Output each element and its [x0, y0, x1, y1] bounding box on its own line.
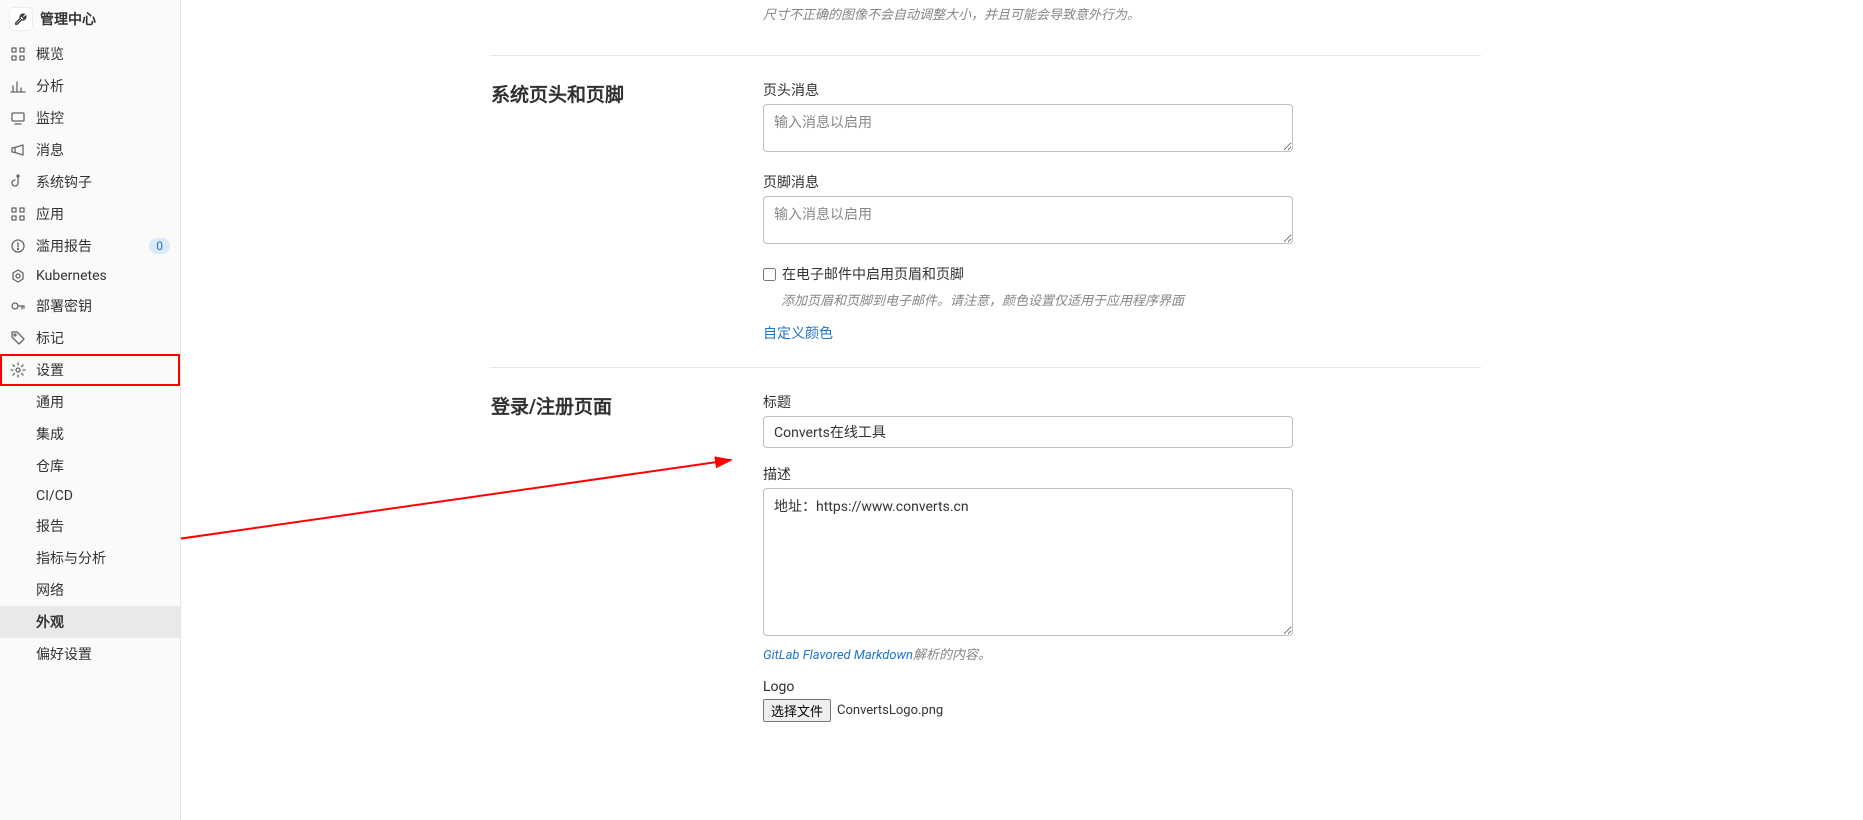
- section-title-signin: 登录/注册页面: [491, 392, 763, 738]
- markdown-suffix: 解析的内容。: [913, 648, 991, 663]
- sidebar-subitem[interactable]: 网络: [0, 574, 180, 606]
- sidebar-subitem-label: 外观: [36, 612, 170, 632]
- apps-icon: [10, 206, 26, 222]
- sidebar-item-label: 消息: [36, 140, 170, 160]
- sidebar-badge: 0: [149, 238, 170, 254]
- sidebar-subitem-label: CI/CD: [36, 488, 170, 504]
- sidebar-item-label: 监控: [36, 108, 170, 128]
- sidebar-item-megaphone[interactable]: 消息: [0, 134, 180, 166]
- wrench-icon: [10, 8, 32, 30]
- overview-icon: [10, 46, 26, 62]
- sidebar-item-abuse[interactable]: 滥用报告0: [0, 230, 180, 262]
- sidebar-subitem-label: 偏好设置: [36, 644, 170, 664]
- gear-icon: [10, 362, 26, 378]
- sidebar-item-overview[interactable]: 概览: [0, 38, 180, 70]
- header-message-input[interactable]: [763, 104, 1293, 152]
- section-signin: 登录/注册页面 标题 描述 GitLab Flavored Markdown解析…: [491, 367, 1481, 762]
- sidebar-item-tag[interactable]: 标记: [0, 322, 180, 354]
- sidebar-item-label: 概览: [36, 44, 170, 64]
- abuse-icon: [10, 238, 26, 254]
- logo-label: Logo: [763, 679, 1293, 695]
- sidebar-subitem[interactable]: 报告: [0, 510, 180, 542]
- sidebar-subitem[interactable]: 偏好设置: [0, 638, 180, 670]
- footer-message-input[interactable]: [763, 196, 1293, 244]
- sidebar-subitem-label: 报告: [36, 516, 170, 536]
- header-message-label: 页头消息: [763, 80, 1293, 100]
- sidebar-subitem[interactable]: 集成: [0, 418, 180, 450]
- image-size-hint: 尺寸不正确的图像不会自动调整大小，并且可能会导致意外行为。: [763, 4, 1293, 23]
- kubernetes-icon: [10, 268, 26, 284]
- sidebar-subitem-label: 指标与分析: [36, 548, 170, 568]
- sidebar-item-label: 分析: [36, 76, 170, 96]
- choose-file-button[interactable]: 选择文件: [763, 699, 831, 722]
- chart-icon: [10, 78, 26, 94]
- footer-message-label: 页脚消息: [763, 172, 1293, 192]
- sidebar-item-label: 应用: [36, 204, 170, 224]
- monitor-icon: [10, 110, 26, 126]
- sidebar-item-label: Kubernetes: [36, 268, 170, 284]
- sidebar-item-label: 设置: [36, 360, 170, 380]
- main-content: 尺寸不正确的图像不会自动调整大小，并且可能会导致意外行为。 系统页头和页脚 页头…: [181, 0, 1863, 820]
- signin-title-input[interactable]: [763, 416, 1293, 448]
- sidebar-item-kubernetes[interactable]: Kubernetes: [0, 262, 180, 290]
- email-header-footer-label: 在电子邮件中启用页眉和页脚: [782, 264, 964, 284]
- section-title-header-footer: 系统页头和页脚: [491, 80, 763, 343]
- email-header-footer-hint: 添加页眉和页脚到电子邮件。请注意，颜色设置仅适用于应用程序界面: [763, 290, 1293, 309]
- custom-color-link[interactable]: 自定义颜色: [763, 326, 833, 342]
- sidebar-subitem-label: 网络: [36, 580, 170, 600]
- sidebar-item-chart[interactable]: 分析: [0, 70, 180, 102]
- signin-desc-input[interactable]: [763, 488, 1293, 636]
- sidebar-item-monitor[interactable]: 监控: [0, 102, 180, 134]
- sidebar-header: 管理中心: [0, 0, 180, 38]
- megaphone-icon: [10, 142, 26, 158]
- sidebar: 管理中心 概览分析监控消息系统钩子应用滥用报告0 Kubernetes 部署密钥标记…: [0, 0, 181, 820]
- sidebar-item-label: 滥用报告: [36, 236, 149, 256]
- chosen-file-name: ConvertsLogo.png: [837, 703, 943, 718]
- sidebar-item-apps[interactable]: 应用: [0, 198, 180, 230]
- section-header-footer: 系统页头和页脚 页头消息 页脚消息 在电子邮件中启用页眉和页脚 添加页眉和页脚到…: [491, 55, 1481, 367]
- signin-title-label: 标题: [763, 392, 1293, 412]
- hook-icon: [10, 174, 26, 190]
- tag-icon: [10, 330, 26, 346]
- sidebar-subitem[interactable]: 仓库: [0, 450, 180, 482]
- sidebar-subitem[interactable]: CI/CD: [0, 482, 180, 510]
- sidebar-item-label: 系统钩子: [36, 172, 170, 192]
- sidebar-subitem[interactable]: 指标与分析: [0, 542, 180, 574]
- sidebar-subitem-label: 集成: [36, 424, 170, 444]
- sidebar-title: 管理中心: [40, 9, 96, 29]
- sidebar-subitem-label: 通用: [36, 392, 170, 412]
- markdown-link[interactable]: GitLab Flavored Markdown: [763, 648, 913, 663]
- sidebar-subitem[interactable]: 外观: [0, 606, 180, 638]
- sidebar-item-hook[interactable]: 系统钩子: [0, 166, 180, 198]
- sidebar-item-label: 标记: [36, 328, 170, 348]
- signin-desc-label: 描述: [763, 464, 1293, 484]
- sidebar-item-key[interactable]: 部署密钥: [0, 290, 180, 322]
- sidebar-item-gear[interactable]: 设置: [0, 354, 180, 386]
- key-icon: [10, 298, 26, 314]
- email-header-footer-checkbox[interactable]: [763, 268, 776, 281]
- sidebar-item-label: 部署密钥: [36, 296, 170, 316]
- sidebar-subitem[interactable]: 通用: [0, 386, 180, 418]
- sidebar-subitem-label: 仓库: [36, 456, 170, 476]
